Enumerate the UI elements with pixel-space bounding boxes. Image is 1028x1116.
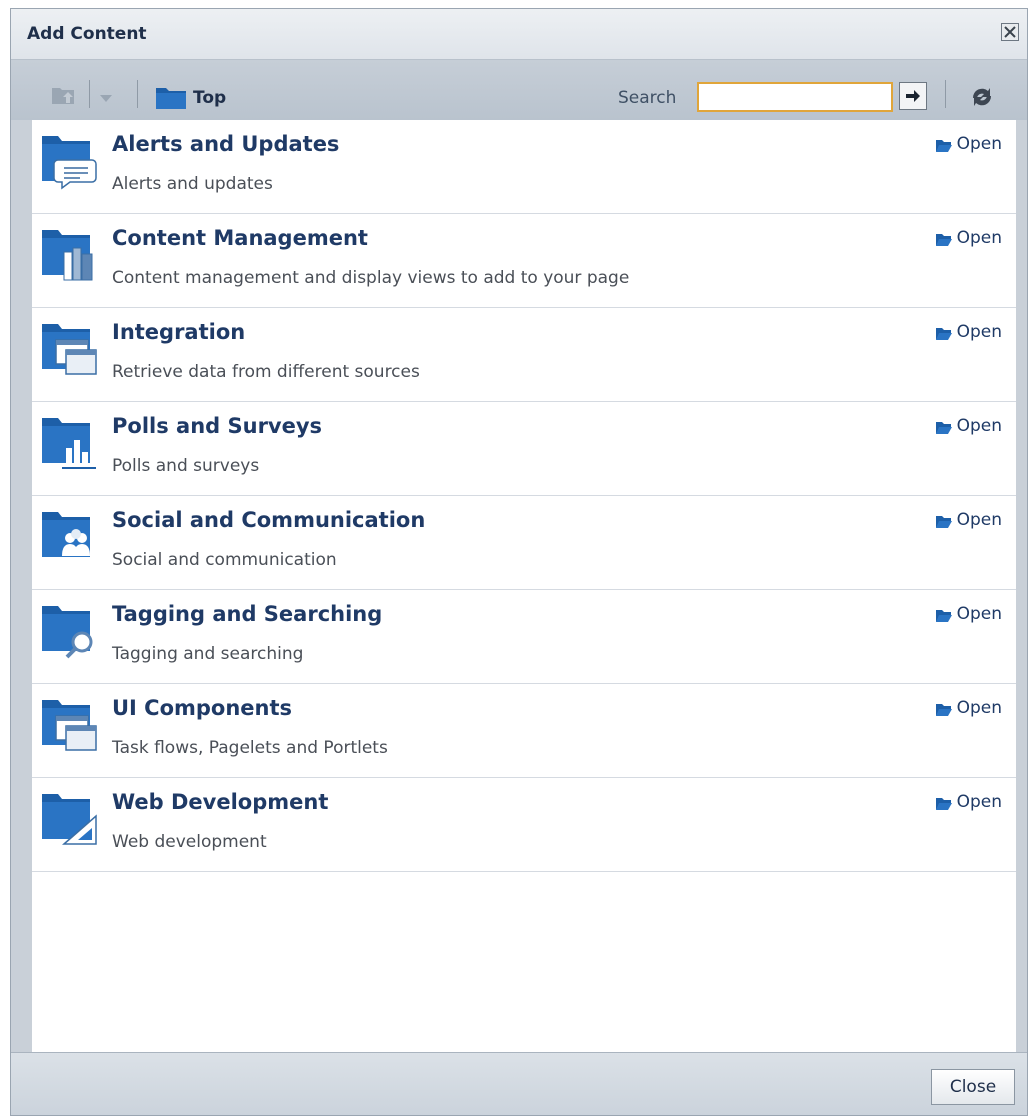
list-item: Content Management Content management an… (32, 214, 1016, 308)
item-description: Tagging and searching (112, 644, 304, 664)
open-label: Open (956, 510, 1002, 530)
dialog-close-icon[interactable] (1001, 23, 1019, 41)
search-input[interactable] (697, 82, 893, 112)
item-name[interactable]: Alerts and Updates (112, 132, 339, 156)
open-folder-icon (935, 328, 952, 340)
open-link[interactable]: Open (935, 510, 1002, 530)
toolbar-separator (945, 80, 946, 108)
toolbar: Top Search (11, 60, 1027, 120)
content-category-list: Alerts and Updates Alerts and updates Op… (32, 120, 1016, 1052)
open-label: Open (956, 134, 1002, 154)
item-name[interactable]: Content Management (112, 226, 368, 250)
folder-chart-icon (42, 416, 98, 472)
open-label: Open (956, 416, 1002, 436)
list-item: Integration Retrieve data from different… (32, 308, 1016, 402)
open-folder-icon (935, 422, 952, 434)
toolbar-separator (137, 80, 138, 108)
close-button[interactable]: Close (931, 1069, 1015, 1105)
dialog-title: Add Content (27, 24, 147, 44)
toolbar-separator (89, 80, 90, 108)
item-name[interactable]: Integration (112, 320, 245, 344)
list-item: Tagging and Searching Tagging and search… (32, 590, 1016, 684)
open-link[interactable]: Open (935, 228, 1002, 248)
item-name[interactable]: Web Development (112, 790, 328, 814)
list-item: Web Development Web development Open (32, 778, 1016, 872)
open-folder-icon (935, 610, 952, 622)
item-description: Task flows, Pagelets and Portlets (112, 738, 388, 758)
open-link[interactable]: Open (935, 322, 1002, 342)
list-item: Social and Communication Social and comm… (32, 496, 1016, 590)
list-item: UI Components Task flows, Pagelets and P… (32, 684, 1016, 778)
item-description: Polls and surveys (112, 456, 260, 476)
folder-windows-icon (42, 322, 98, 378)
open-label: Open (956, 792, 1002, 812)
folder-books-icon (42, 228, 98, 284)
item-description: Web development (112, 832, 267, 852)
open-link[interactable]: Open (935, 698, 1002, 718)
search-go-button[interactable] (899, 82, 927, 110)
item-description: Content management and display views to … (112, 268, 630, 288)
open-folder-icon (935, 704, 952, 716)
item-description: Social and communication (112, 550, 337, 570)
item-name[interactable]: Polls and Surveys (112, 414, 322, 438)
open-link[interactable]: Open (935, 134, 1002, 154)
open-folder-icon (935, 798, 952, 810)
open-folder-icon (935, 140, 952, 152)
open-label: Open (956, 698, 1002, 718)
open-link[interactable]: Open (935, 604, 1002, 624)
refresh-icon[interactable] (969, 84, 995, 114)
folder-windows-icon (42, 698, 98, 754)
item-name[interactable]: Tagging and Searching (112, 602, 382, 626)
open-link[interactable]: Open (935, 416, 1002, 436)
dialog-titlebar: Add Content (11, 9, 1027, 60)
open-folder-icon (935, 516, 952, 528)
item-description: Alerts and updates (112, 174, 273, 194)
chevron-down-icon[interactable] (99, 88, 113, 107)
add-content-dialog: Add Content Top Search Alerts and Update… (10, 8, 1028, 1116)
up-folder-icon[interactable] (51, 84, 79, 106)
open-label: Open (956, 604, 1002, 624)
dialog-footer: Close (11, 1052, 1027, 1115)
open-link[interactable]: Open (935, 792, 1002, 812)
folder-chat-icon (42, 134, 98, 190)
item-name[interactable]: Social and Communication (112, 508, 425, 532)
arrow-right-icon (906, 90, 920, 102)
folder-triangle-icon (42, 792, 98, 848)
breadcrumb-top[interactable]: Top (193, 88, 226, 108)
open-label: Open (956, 322, 1002, 342)
item-name[interactable]: UI Components (112, 696, 292, 720)
open-label: Open (956, 228, 1002, 248)
folder-icon (155, 86, 187, 114)
item-description: Retrieve data from different sources (112, 362, 420, 382)
folder-people-icon (42, 510, 98, 566)
list-item: Alerts and Updates Alerts and updates Op… (32, 120, 1016, 214)
open-folder-icon (935, 234, 952, 246)
folder-magnifier-icon (42, 604, 98, 660)
search-label: Search (618, 88, 677, 108)
list-item: Polls and Surveys Polls and surveys Open (32, 402, 1016, 496)
